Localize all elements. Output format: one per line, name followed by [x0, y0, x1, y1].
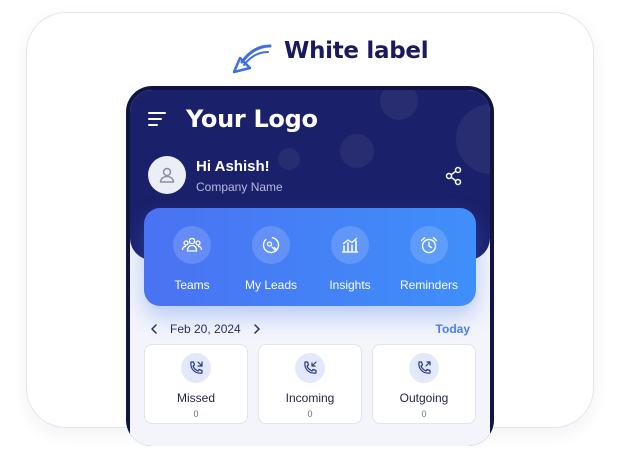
decor-bubble [340, 134, 374, 168]
chevron-right-icon[interactable] [251, 323, 263, 335]
alarm-clock-icon [420, 237, 438, 254]
hamburger-menu-icon[interactable] [148, 112, 166, 128]
selected-date[interactable]: Feb 20, 2024 [170, 322, 241, 336]
stat-label: Outgoing [399, 391, 449, 405]
quick-action-label: My Leads [244, 278, 298, 292]
decor-bubble [456, 104, 490, 174]
quick-action-insights[interactable]: Insights [310, 226, 390, 292]
outgoing-call-icon [418, 361, 431, 374]
stat-count: 0 [421, 409, 427, 419]
quick-action-label: Insights [329, 278, 371, 292]
user-icon [159, 167, 175, 183]
quick-action-label: Reminders [399, 278, 459, 292]
stat-count: 0 [193, 409, 199, 419]
incoming-call-icon [304, 361, 317, 374]
app-logo-text: Your Logo [186, 105, 318, 133]
today-button[interactable]: Today [436, 322, 470, 336]
missed-call-icon [190, 361, 203, 374]
share-icon[interactable] [444, 166, 464, 186]
chevron-left-icon[interactable] [148, 323, 160, 335]
stat-label: Missed [176, 391, 215, 405]
decor-bubble [380, 90, 418, 120]
app-screen: Your Logo Hi Ashish! Company Name Teams … [130, 90, 490, 446]
company-name: Company Name [196, 180, 283, 194]
date-navigator: Feb 20, 2024 Today [130, 320, 490, 340]
insights-icon [342, 237, 358, 253]
hand-drawn-arrow-icon [232, 44, 272, 74]
stat-count: 0 [307, 409, 313, 419]
leads-icon [262, 236, 280, 254]
decor-bubble [278, 148, 300, 170]
avatar[interactable] [148, 156, 186, 194]
quick-action-label: Teams [174, 278, 210, 292]
team-icon [181, 237, 203, 252]
quick-action-teams[interactable]: Teams [152, 226, 232, 292]
stat-label: Incoming [285, 391, 335, 405]
quick-action-reminders[interactable]: Reminders [389, 226, 469, 292]
stat-card-incoming[interactable]: Incoming 0 [258, 344, 362, 424]
stat-card-missed[interactable]: Missed 0 [144, 344, 248, 424]
greeting-text: Hi Ashish! [196, 158, 270, 175]
quick-actions-panel: Teams My Leads Insights Reminders [144, 208, 476, 306]
stat-card-outgoing[interactable]: Outgoing 0 [372, 344, 476, 424]
quick-action-my-leads[interactable]: My Leads [231, 226, 311, 292]
white-label-caption: White label [284, 38, 429, 64]
phone-mockup: Your Logo Hi Ashish! Company Name Teams … [126, 86, 494, 446]
